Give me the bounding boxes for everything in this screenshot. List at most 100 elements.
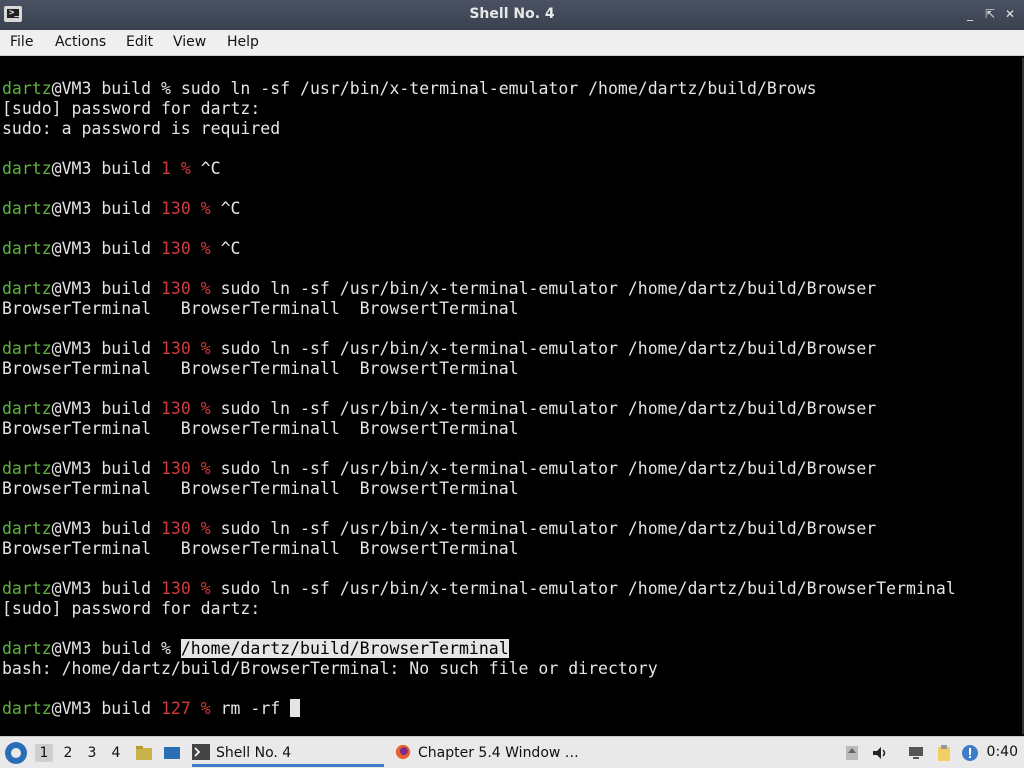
menu-help[interactable]: Help [227, 34, 259, 50]
output-line: BrowserTerminal BrowserTerminall Browser… [2, 359, 519, 378]
exit-code: 130 [160, 339, 201, 358]
prompt-user: dartz [2, 399, 52, 418]
prompt-host: @VM3 build [51, 519, 161, 538]
menu-file[interactable]: File [10, 34, 33, 50]
output-line: BrowserTerminal BrowserTerminall Browser… [2, 419, 519, 438]
menu-view[interactable]: View [173, 34, 206, 50]
prompt-symbol: % [200, 199, 221, 218]
output-line: [sudo] password for dartz: [2, 99, 261, 118]
exit-code: 1 [160, 159, 181, 178]
workspace-3[interactable]: 3 [83, 744, 101, 762]
command-text: sudo ln -sf /usr/bin/x-terminal-emulator… [220, 579, 956, 598]
prompt-user: dartz [2, 459, 52, 478]
prompt-symbol: % [200, 239, 221, 258]
prompt-symbol: % [160, 639, 181, 658]
prompt-host: @VM3 build [51, 639, 161, 658]
prompt-user: dartz [2, 339, 52, 358]
command-text: sudo ln -sf /usr/bin/x-terminal-emulator… [220, 459, 877, 478]
output-line: bash: /home/dartz/build/BrowserTerminal:… [2, 659, 658, 678]
workspace-4[interactable]: 4 [107, 744, 125, 762]
prompt-symbol: % [160, 79, 181, 98]
exit-code: 130 [160, 519, 201, 538]
prompt-line: dartz@VM3 build 130 % sudo ln -sf /usr/b… [2, 519, 876, 539]
exit-code: 130 [160, 199, 201, 218]
task-label: Shell No. 4 [216, 745, 292, 761]
clipboard-icon[interactable] [935, 744, 953, 762]
network-icon[interactable] [907, 744, 925, 762]
prompt-user: dartz [2, 159, 52, 178]
prompt-host: @VM3 build [51, 279, 161, 298]
prompt-line: dartz@VM3 build 130 % ^C [2, 199, 240, 219]
menu-bar: File Actions Edit View Help [0, 30, 1024, 56]
task-shell[interactable]: Shell No. 4 [192, 739, 384, 767]
file-manager-icon[interactable] [134, 743, 154, 763]
prompt-host: @VM3 build [51, 399, 161, 418]
prompt-symbol: % [200, 579, 221, 598]
window-titlebar[interactable]: >_ Shell No. 4 _ ⇱ ✕ [0, 0, 1024, 30]
command-text: ^C [220, 239, 241, 258]
command-text: sudo ln -sf /usr/bin/x-terminal-emulator… [220, 339, 877, 358]
output-line: sudo: a password is required [2, 119, 281, 138]
prompt-symbol: % [200, 339, 221, 358]
prompt-line: dartz@VM3 build 1 % ^C [2, 159, 221, 179]
prompt-line: dartz@VM3 build 127 % rm -rf [2, 699, 301, 719]
terminal-icon [192, 744, 210, 760]
prompt-user: dartz [2, 579, 52, 598]
terminal-output[interactable]: dartz@VM3 build % sudo ln -sf /usr/bin/x… [0, 58, 1024, 734]
output-line: BrowserTerminal BrowserTerminall Browser… [2, 479, 519, 498]
prompt-host: @VM3 build [51, 239, 161, 258]
workspace-2[interactable]: 2 [59, 744, 77, 762]
upload-icon[interactable] [843, 744, 861, 762]
prompt-line: dartz@VM3 build 130 % sudo ln -sf /usr/b… [2, 459, 876, 479]
prompt-user: dartz [2, 79, 52, 98]
prompt-host: @VM3 build [51, 579, 161, 598]
exit-code: 130 [160, 399, 201, 418]
command-text: sudo ln -sf /usr/bin/x-terminal-emulator… [220, 399, 877, 418]
prompt-user: dartz [2, 699, 52, 718]
menu-edit[interactable]: Edit [126, 34, 153, 50]
command-text: sudo ln -sf /usr/bin/x-terminal-emulator… [220, 279, 877, 298]
notifications-icon[interactable] [961, 744, 979, 762]
prompt-user: dartz [2, 199, 52, 218]
minimize-button[interactable]: _ [962, 6, 978, 22]
command-text: rm -rf [220, 699, 291, 718]
task-firefox[interactable]: Chapter 5.4 Window … [394, 739, 594, 767]
prompt-symbol: % [180, 159, 201, 178]
window-title: Shell No. 4 [469, 6, 555, 22]
exit-code: 130 [160, 579, 201, 598]
prompt-symbol: % [200, 699, 221, 718]
prompt-host: @VM3 build [51, 699, 161, 718]
menu-actions[interactable]: Actions [55, 34, 106, 50]
workspace-1[interactable]: 1 [35, 744, 53, 762]
exit-code: 130 [160, 239, 201, 258]
firefox-icon [395, 744, 411, 760]
prompt-host: @VM3 build [51, 79, 161, 98]
prompt-host: @VM3 build [51, 159, 161, 178]
selected-command: /home/dartz/build/BrowserTerminal [180, 639, 509, 658]
close-button[interactable]: ✕ [1002, 6, 1018, 22]
prompt-line: dartz@VM3 build 130 % sudo ln -sf /usr/b… [2, 579, 956, 599]
prompt-user: dartz [2, 239, 52, 258]
task-label: Chapter 5.4 Window … [418, 745, 579, 761]
volume-icon[interactable] [871, 744, 889, 762]
exit-code: 130 [160, 459, 201, 478]
clock[interactable]: 0:40 [987, 744, 1018, 760]
text-cursor [290, 699, 301, 717]
show-desktop-icon[interactable] [162, 743, 182, 763]
start-menu-icon[interactable] [5, 742, 27, 764]
prompt-line: dartz@VM3 build % /home/dartz/build/Brow… [2, 639, 509, 659]
prompt-symbol: % [200, 519, 221, 538]
command-text: ^C [220, 199, 241, 218]
output-line: BrowserTerminal BrowserTerminall Browser… [2, 539, 519, 558]
prompt-user: dartz [2, 519, 52, 538]
maximize-button[interactable]: ⇱ [982, 6, 998, 22]
prompt-user: dartz [2, 279, 52, 298]
prompt-symbol: % [200, 459, 221, 478]
command-text: sudo ln -sf /usr/bin/x-terminal-emulator… [220, 519, 877, 538]
prompt-line: dartz@VM3 build % sudo ln -sf /usr/bin/x… [2, 79, 817, 99]
prompt-line: dartz@VM3 build 130 % sudo ln -sf /usr/b… [2, 339, 876, 359]
output-line: [sudo] password for dartz: [2, 599, 261, 618]
exit-code: 130 [160, 279, 201, 298]
command-text: sudo ln -sf /usr/bin/x-terminal-emulator… [180, 79, 817, 98]
command-text: ^C [200, 159, 221, 178]
